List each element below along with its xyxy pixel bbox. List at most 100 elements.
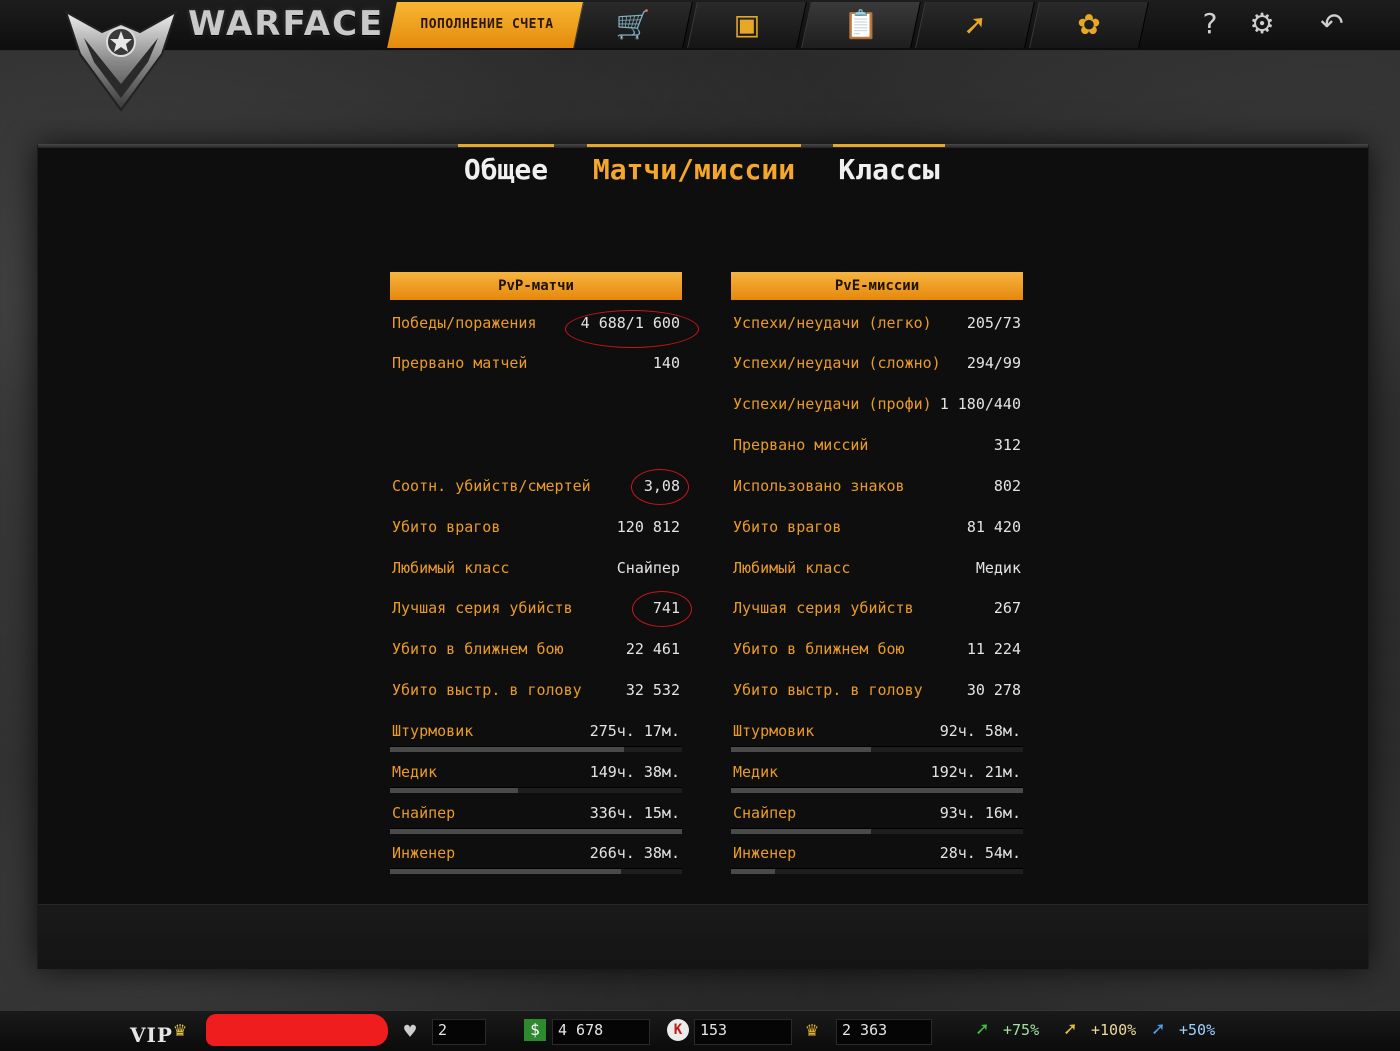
achievements-icon: ➚ (963, 8, 987, 41)
money-icon: $ (524, 1019, 546, 1041)
class-time: 92ч. 58м. (939, 722, 1021, 740)
statistics-button[interactable]: 📋 (801, 2, 921, 48)
class-time-row: Медик 149ч. 38м. (390, 759, 682, 793)
stat-row: Убито врагов 81 420 (731, 514, 1023, 544)
stat-label: Убито выстр. в голову (733, 681, 923, 699)
money-value: 4 678 (558, 1021, 604, 1039)
class-progress-track (731, 828, 1023, 834)
class-progress-track (390, 868, 682, 874)
money-boost-icon: ➚ (1064, 1017, 1077, 1041)
class-progress-track (390, 787, 682, 793)
pvp-header: PvP-матчи (390, 272, 682, 300)
stat-label: Убито врагов (733, 518, 842, 536)
warface-emblem-icon (64, 9, 178, 112)
pve-header: PvE-миссии (731, 272, 1023, 300)
class-time-row: Штурмовик 92ч. 58м. (731, 718, 1023, 752)
stat-label: Победы/поражения (392, 314, 537, 332)
stat-value: 140 (652, 354, 680, 372)
stat-value: 741 (652, 599, 680, 617)
redacted-player-name (206, 1014, 388, 1046)
inventory-button[interactable]: ▣ (687, 2, 807, 48)
stat-label: Любимый класс (392, 559, 510, 577)
class-label: Снайпер (733, 804, 797, 822)
class-progress-fill (731, 788, 1023, 793)
tab-classes[interactable]: Классы (833, 144, 945, 189)
stat-label: Лучшая серия убийств (733, 599, 914, 617)
class-progress-track (731, 787, 1023, 793)
brand-logo-text: WARFACE (188, 4, 385, 44)
inventory-box-icon: ▣ (733, 8, 761, 41)
stat-label: Убито выстр. в голову (392, 681, 582, 699)
clan-button[interactable]: ✿ (1029, 2, 1149, 48)
class-time-row: Инженер 266ч. 38м. (390, 840, 682, 874)
gear-icon: ⚙ (1249, 7, 1275, 40)
help-button[interactable]: ? (1192, 6, 1228, 42)
class-progress-track (731, 746, 1023, 752)
stat-label: Любимый класс (733, 559, 851, 577)
stat-value: 30 278 (966, 681, 1021, 699)
stat-label: Соотн. убийств/смертей (392, 477, 591, 495)
clan-emblem-icon: ✿ (1077, 8, 1101, 41)
class-time: 266ч. 38м. (589, 844, 680, 862)
top-up-account-label: ПОПОЛНЕНИЕ СЧЕТА (420, 17, 554, 32)
stat-label: Убито врагов (392, 518, 501, 536)
stat-value: 312 (993, 436, 1021, 454)
stat-value: 22 461 (625, 640, 680, 658)
help-icon: ? (1202, 7, 1218, 40)
stat-row: Убито выстр. в голову 32 532 (390, 677, 682, 707)
stat-row: Убито врагов 120 812 (390, 514, 682, 544)
class-time: 28ч. 54м. (939, 844, 1021, 862)
class-label: Медик (392, 763, 438, 781)
class-label: Снайпер (392, 804, 456, 822)
stat-label: Использовано знаков (733, 477, 905, 495)
class-progress-track (390, 828, 682, 834)
vp-boost-value: +50% (1179, 1021, 1216, 1039)
settings-button[interactable]: ⚙ (1244, 6, 1280, 42)
xp-boost-value: +75% (1003, 1021, 1040, 1039)
stat-row: Лучшая серия убийств 741 (390, 595, 682, 625)
stat-row: Любимый класс Снайпер (390, 555, 682, 585)
class-progress-fill (390, 788, 519, 793)
stat-label: Прервано матчей (392, 354, 528, 372)
class-time: 93ч. 16м. (939, 804, 1021, 822)
stat-row: Успехи/неудачи (легко) 205/73 (731, 310, 1023, 340)
stat-row: Победы/поражения 4 688/1 600 (390, 310, 682, 340)
stat-value: 81 420 (966, 518, 1021, 536)
stat-value: 205/73 (966, 314, 1021, 332)
class-progress-fill (731, 829, 872, 834)
stat-value: 294/99 (966, 354, 1021, 372)
top-up-account-button[interactable]: ПОПОЛНЕНИЕ СЧЕТА (387, 2, 587, 48)
stat-label: Успехи/неудачи (легко) (733, 314, 932, 332)
stat-value: 802 (993, 477, 1021, 495)
stat-row: Прервано миссий 312 (731, 432, 1023, 462)
stat-value: 120 812 (616, 518, 680, 536)
class-time-row: Медик 192ч. 21м. (731, 759, 1023, 793)
class-label: Штурмовик (392, 722, 474, 740)
shop-button[interactable]: 🛒 (573, 2, 693, 48)
vp-boost-icon: ➚ (1152, 1017, 1165, 1041)
shop-cart-icon: 🛒 (615, 8, 651, 41)
exit-button[interactable]: ↶ (1314, 6, 1350, 42)
achievements-button[interactable]: ➚ (915, 2, 1035, 48)
stat-value: Медик (975, 559, 1021, 577)
tab-general[interactable]: Общее (458, 144, 554, 189)
pvp-stats-column: PvP-матчи Победы/поражения 4 688/1 600 П… (390, 272, 682, 874)
stat-label: Успехи/неудачи (профи) (733, 395, 932, 413)
stat-value: 267 (993, 599, 1021, 617)
crown-icon: ♛ (806, 1017, 819, 1041)
class-time-row: Снайпер 336ч. 15м. (390, 800, 682, 834)
xp-boost-icon: ➚ (976, 1017, 989, 1041)
class-label: Штурмовик (733, 722, 815, 740)
stat-row: Убито в ближнем бою 22 461 (390, 636, 682, 666)
class-label: Медик (733, 763, 779, 781)
pve-stats-column: PvE-миссии Успехи/неудачи (легко) 205/73… (731, 272, 1023, 874)
stat-value: Снайпер (616, 559, 680, 577)
stat-label: Лучшая серия убийств (392, 599, 573, 617)
vip-badge: VIP (130, 1023, 173, 1047)
exit-icon: ↶ (1320, 7, 1344, 40)
stat-row: Лучшая серия убийств 267 (731, 595, 1023, 625)
rank-insignia-icon: ♛ (174, 1017, 187, 1041)
stat-label: Убито в ближнем бою (392, 640, 564, 658)
class-progress-track (731, 868, 1023, 874)
tab-matches-missions[interactable]: Матчи/миссии (587, 144, 801, 189)
